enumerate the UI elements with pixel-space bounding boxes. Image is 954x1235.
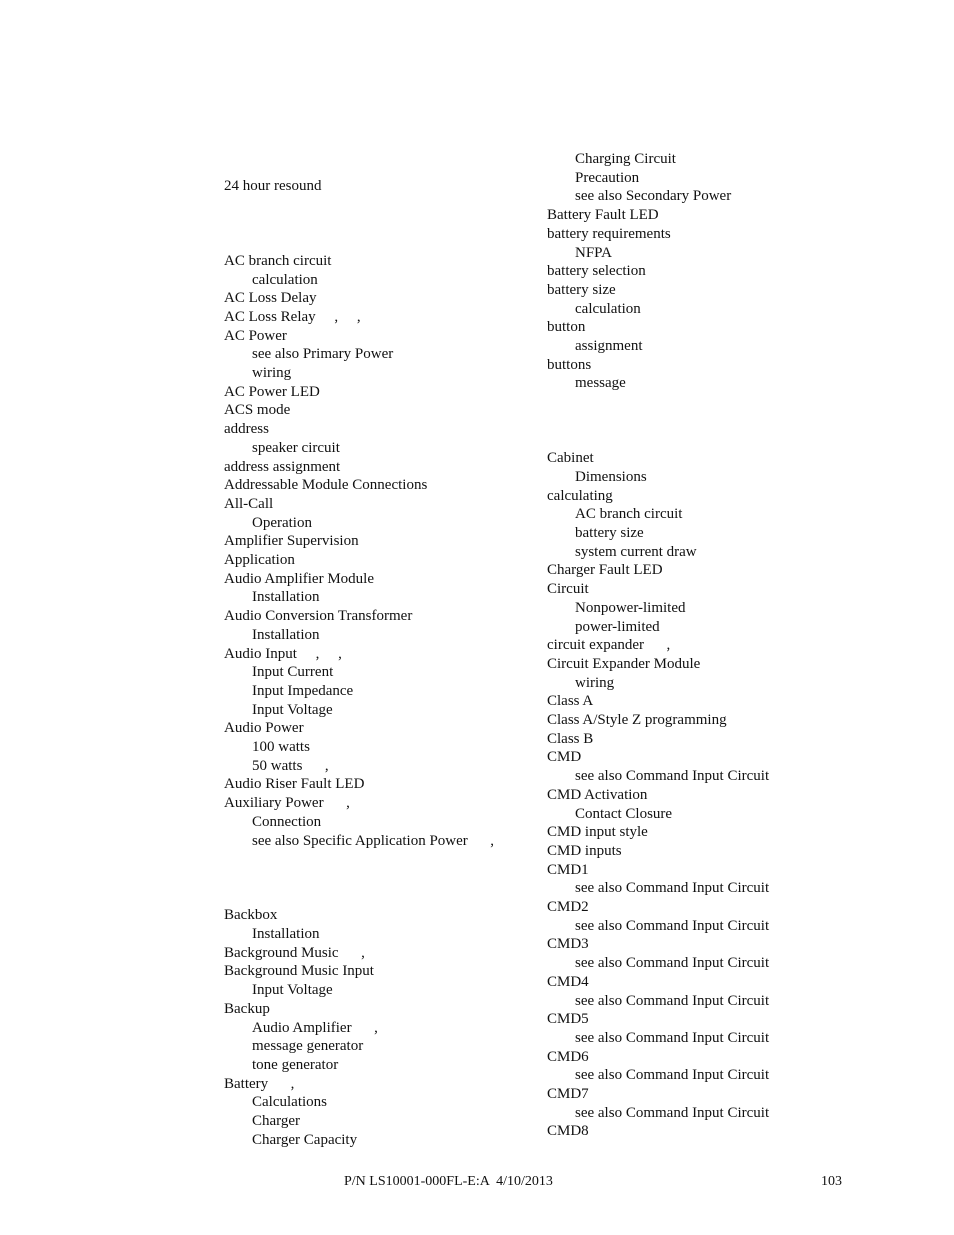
index-subentry: message generator bbox=[252, 1038, 364, 1055]
index-entry: Application bbox=[224, 552, 295, 568]
index-subentry: calculation bbox=[252, 271, 318, 288]
index-subentry: Calculations bbox=[252, 1094, 327, 1111]
index-entry: CMD inputs bbox=[547, 842, 622, 859]
index-entry: Backup bbox=[224, 1000, 270, 1017]
index-subentry: Precaution bbox=[575, 169, 640, 186]
footer-page-number: 103 bbox=[821, 1174, 842, 1189]
index-entry: Audio Amplifier Module bbox=[224, 570, 374, 587]
index-subentry: see also Command Input Circuit bbox=[575, 768, 770, 785]
index-entry: AC Power LED bbox=[224, 383, 320, 400]
index-subentry: Dimensions bbox=[575, 468, 647, 485]
index-subentry: see also Command Input Circuit bbox=[575, 955, 770, 972]
index-entry: address assignment bbox=[224, 458, 341, 475]
index-subentry: battery size bbox=[575, 525, 644, 541]
index-entry: 24 hour resound bbox=[224, 178, 322, 194]
index-entry: Charger Fault LED bbox=[547, 562, 663, 579]
index-subentry: Contact Closure bbox=[575, 805, 673, 822]
index-subentry: assignment bbox=[575, 338, 643, 354]
index-entry: CMD7 bbox=[547, 1086, 589, 1102]
index-entry: Background Music , bbox=[224, 944, 365, 961]
index-subentry: see also Command Input Circuit bbox=[575, 917, 770, 934]
index-entry: battery size bbox=[547, 281, 616, 298]
index-entry: Class A bbox=[547, 693, 594, 710]
index-subentry: 50 watts , bbox=[252, 757, 329, 774]
index-subentry: Nonpower-limited bbox=[575, 599, 686, 616]
index-subentry: Installation bbox=[252, 626, 320, 643]
index-entry: AC Loss Relay , , bbox=[224, 308, 361, 325]
index-subentry: calculation bbox=[575, 300, 641, 317]
index-subentry: tone generator bbox=[252, 1056, 339, 1073]
index-entry: AC Power bbox=[224, 327, 287, 344]
index-entry: Battery , bbox=[224, 1075, 295, 1092]
index-entry: CMD input style bbox=[547, 824, 648, 841]
index-entry: calculating bbox=[547, 487, 613, 504]
index-subentry: wiring bbox=[575, 674, 615, 691]
index-subentry: see also Secondary Power bbox=[575, 188, 732, 205]
index-subentry: see also Command Input Circuit bbox=[575, 1067, 770, 1084]
index-entry: AC branch circuit bbox=[224, 252, 332, 269]
index-subentry: Connection bbox=[252, 813, 322, 830]
index-entry: Cabinet bbox=[547, 450, 594, 467]
index-subentry: Installation bbox=[252, 926, 320, 942]
index-entry: Circuit Expander Module bbox=[547, 655, 701, 672]
index-subentry: see also Command Input Circuit bbox=[575, 880, 770, 897]
index-entry: CMD4 bbox=[547, 973, 589, 990]
index-subentry: speaker circuit bbox=[252, 439, 340, 456]
index-subentry: Installation bbox=[252, 589, 320, 606]
index-subentry: wiring bbox=[252, 365, 292, 381]
index-subentry: see also Command Input Circuit bbox=[575, 1104, 770, 1121]
index-entry: CMD5 bbox=[547, 1011, 589, 1028]
index-entry: CMD8 bbox=[547, 1123, 589, 1140]
index-entry: Backbox bbox=[224, 907, 278, 924]
index-entry: Amplifier Supervision bbox=[224, 533, 359, 550]
index-subentry: Input Voltage bbox=[252, 701, 333, 718]
index-subentry: system current draw bbox=[575, 543, 697, 560]
index-entry: button bbox=[547, 319, 586, 336]
index-entry: Audio Conversion Transformer bbox=[224, 608, 413, 625]
index-subentry: see also Command Input Circuit bbox=[575, 1029, 770, 1046]
index-subentry: 100 watts bbox=[252, 739, 310, 755]
index-subentry: message bbox=[575, 375, 626, 392]
index-entry: CMD2 bbox=[547, 899, 589, 915]
index-subentry: see also Primary Power bbox=[252, 346, 394, 363]
index-entry: battery selection bbox=[547, 263, 646, 280]
index-subentry: Input Impedance bbox=[252, 682, 354, 699]
index-entry: circuit expander , bbox=[547, 637, 671, 654]
index-subentry: AC branch circuit bbox=[575, 506, 683, 523]
index-subentry: Input Voltage bbox=[252, 982, 333, 999]
index-entry: CMD Activation bbox=[547, 786, 648, 803]
index-entry: CMD bbox=[547, 749, 582, 766]
index-entry: CMD6 bbox=[547, 1048, 589, 1065]
index-subentry: Input Current bbox=[252, 664, 334, 681]
index-subentry: see also Command Input Circuit bbox=[575, 992, 770, 1009]
index-subentry: Charger bbox=[252, 1113, 301, 1129]
index-entry: ACS mode bbox=[224, 402, 291, 419]
index-entry: Addressable Module Connections bbox=[224, 477, 428, 494]
index-entry: Battery Fault LED bbox=[547, 207, 659, 224]
index-subentry: Charging Circuit bbox=[575, 151, 676, 167]
index-entry: Class A/Style Z programming bbox=[547, 712, 727, 728]
index-subentry: see also Specific Application Power , bbox=[252, 832, 495, 849]
index-entry: Circuit bbox=[547, 581, 589, 598]
index-entry: Audio Power bbox=[224, 720, 304, 737]
index-entry: Audio Input , , bbox=[224, 645, 342, 662]
index-entry: All-Call bbox=[224, 495, 274, 512]
footer-part-number: P/N LS10001-000FL-E:A 4/10/2013 bbox=[344, 1174, 553, 1189]
index-entry: Background Music Input bbox=[224, 963, 374, 980]
index-entry: address bbox=[224, 421, 269, 438]
index-subentry: NFPA bbox=[575, 244, 612, 261]
index-subentry: Operation bbox=[252, 514, 312, 531]
index-entry: CMD3 bbox=[547, 936, 589, 953]
index-subentry: Charger Capacity bbox=[252, 1131, 358, 1148]
index-subentry: power-limited bbox=[575, 618, 660, 635]
index-subentry: Audio Amplifier , bbox=[252, 1019, 378, 1036]
index-entry: CMD1 bbox=[547, 861, 589, 878]
index-entry: Class B bbox=[547, 730, 594, 747]
index-entry: Auxiliary Power , bbox=[224, 795, 350, 812]
index-entry: buttons bbox=[547, 356, 592, 373]
index-entry: battery requirements bbox=[547, 225, 671, 242]
index-entry: Audio Riser Fault LED bbox=[224, 776, 365, 793]
index-entry: AC Loss Delay bbox=[224, 290, 317, 307]
